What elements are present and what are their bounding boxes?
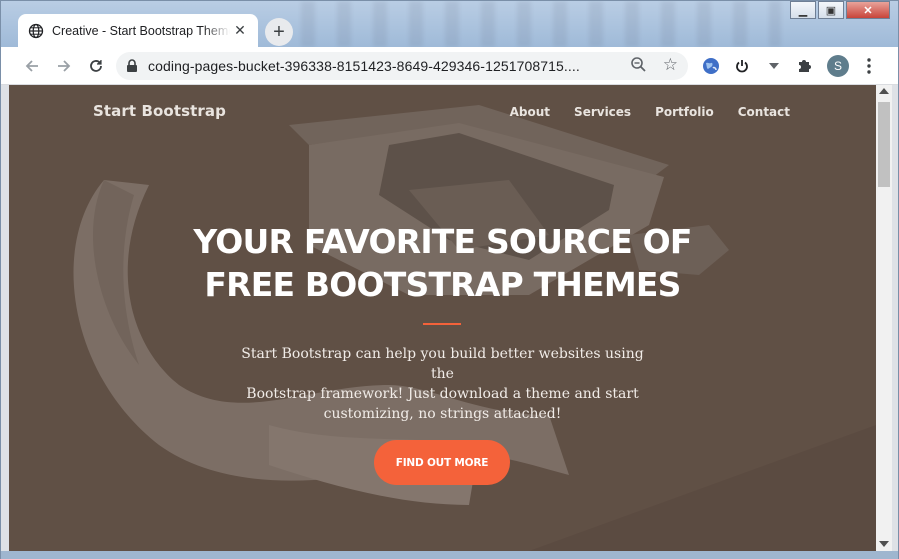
hero-divider — [423, 323, 461, 325]
scroll-down-arrow-icon[interactable] — [879, 541, 889, 547]
hero-heading: YOUR FAVORITE SOURCE OF FREE BOOTSTRAP T… — [9, 220, 876, 306]
url-text: coding-pages-bucket-396338-8151423-8649-… — [148, 58, 580, 74]
browser-toolbar: coding-pages-bucket-396338-8151423-8649-… — [1, 47, 898, 85]
reload-button[interactable] — [81, 51, 111, 81]
background-blur — [301, 1, 781, 47]
window-controls: ▁ ▣ ✕ — [788, 1, 890, 19]
hero-heading-line-2: FREE BOOTSTRAP THEMES — [204, 265, 681, 304]
minimize-button[interactable]: ▁ — [790, 1, 816, 19]
navbar-brand[interactable]: Start Bootstrap — [93, 102, 226, 120]
nav-link-services[interactable]: Services — [574, 105, 631, 119]
power-extension-button[interactable] — [729, 52, 755, 80]
forward-arrow-icon — [58, 59, 71, 72]
extension-dropdown[interactable] — [761, 52, 787, 80]
vertical-scrollbar[interactable] — [876, 85, 892, 551]
restore-button[interactable]: ▣ — [818, 1, 844, 19]
browser-window: Creative - Start Bootstrap Theme ✕ + ▁ ▣… — [0, 0, 899, 559]
find-out-more-button[interactable]: FIND OUT MORE — [374, 440, 510, 485]
hero-heading-line-1: YOUR FAVORITE SOURCE OF — [193, 222, 692, 261]
window-right-edge — [892, 85, 898, 551]
bookmark-star-icon[interactable]: ☆ — [663, 55, 678, 75]
nav-link-portfolio[interactable]: Portfolio — [655, 105, 714, 119]
navbar-links: About Services Portfolio Contact — [510, 105, 790, 119]
new-tab-button[interactable]: + — [265, 18, 293, 46]
kebab-menu-icon — [867, 58, 871, 74]
extension-globe-button[interactable] — [698, 52, 724, 80]
zoom-icon[interactable] — [630, 56, 648, 74]
tab-close-icon[interactable]: ✕ — [232, 22, 248, 39]
hero-description-line-1: Start Bootstrap can help you build bette… — [241, 346, 644, 382]
avatar: S — [827, 55, 849, 77]
nav-link-contact[interactable]: Contact — [738, 105, 790, 119]
nav-link-about[interactable]: About — [510, 105, 550, 119]
tab-title: Creative - Start Bootstrap Theme — [52, 23, 230, 38]
forward-button[interactable] — [49, 51, 79, 81]
tab-strip: Creative - Start Bootstrap Theme ✕ + ▁ ▣… — [1, 1, 898, 47]
menu-button[interactable] — [856, 52, 882, 80]
back-button[interactable] — [17, 51, 47, 81]
hero-description-line-2: Bootstrap framework! Just download a the… — [246, 386, 639, 402]
profile-button[interactable]: S — [825, 52, 851, 80]
browser-tab[interactable]: Creative - Start Bootstrap Theme ✕ — [18, 14, 258, 47]
hero-description: Start Bootstrap can help you build bette… — [229, 344, 656, 424]
puzzle-icon — [799, 60, 811, 72]
globe-icon — [28, 23, 44, 38]
scroll-up-arrow-icon[interactable] — [879, 88, 889, 94]
hero-description-line-3: customizing, no strings attached! — [323, 406, 562, 422]
power-icon — [736, 60, 748, 73]
colored-globe-icon — [703, 58, 719, 74]
caret-down-icon — [769, 63, 779, 69]
extensions-button[interactable] — [792, 52, 818, 80]
lock-icon — [127, 59, 137, 72]
scrollbar-thumb[interactable] — [878, 102, 890, 187]
reload-icon — [90, 59, 102, 72]
address-bar[interactable]: coding-pages-bucket-396338-8151423-8649-… — [116, 52, 688, 80]
window-bottom-edge — [1, 551, 898, 559]
page-viewport: Start Bootstrap About Services Portfolio… — [9, 85, 876, 551]
back-arrow-icon — [25, 59, 38, 72]
close-window-button[interactable]: ✕ — [846, 1, 890, 19]
